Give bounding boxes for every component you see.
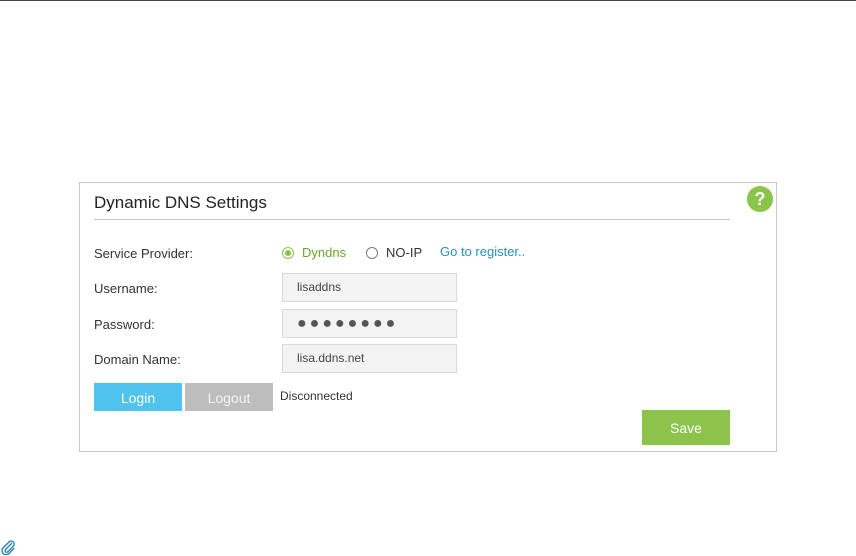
- provider-option-dyndns[interactable]: Dyndns: [282, 245, 346, 260]
- connection-status: Disconnected: [280, 389, 353, 403]
- password-label: Password:: [94, 317, 155, 332]
- help-icon[interactable]: ?: [747, 186, 773, 212]
- domain-name-field[interactable]: lisa.ddns.net: [282, 344, 457, 373]
- title-divider: [94, 219, 730, 220]
- radio-selected-icon[interactable]: [282, 246, 294, 259]
- radio-unselected-icon[interactable]: [366, 246, 378, 259]
- username-field[interactable]: lisaddns: [282, 273, 457, 302]
- save-button[interactable]: Save: [642, 410, 730, 445]
- login-button[interactable]: Login: [94, 383, 182, 411]
- top-divider: [0, 0, 856, 1]
- domain-name-label: Domain Name:: [94, 352, 181, 367]
- username-label: Username:: [94, 281, 158, 296]
- password-field[interactable]: ●●●●●●●●: [282, 309, 457, 338]
- register-link[interactable]: Go to register..: [440, 244, 525, 259]
- panel-title: Dynamic DNS Settings: [94, 193, 267, 212]
- provider-option-noip[interactable]: NO-IP: [366, 245, 422, 260]
- ddns-settings-panel: Dynamic DNS Settings ? Service Provider:…: [79, 182, 777, 452]
- logout-button[interactable]: Logout: [185, 383, 273, 411]
- service-provider-label: Service Provider:: [94, 246, 193, 261]
- paperclip-icon[interactable]: [1, 539, 15, 555]
- provider-option-label: Dyndns: [302, 245, 347, 260]
- provider-option-label: NO-IP: [386, 245, 423, 260]
